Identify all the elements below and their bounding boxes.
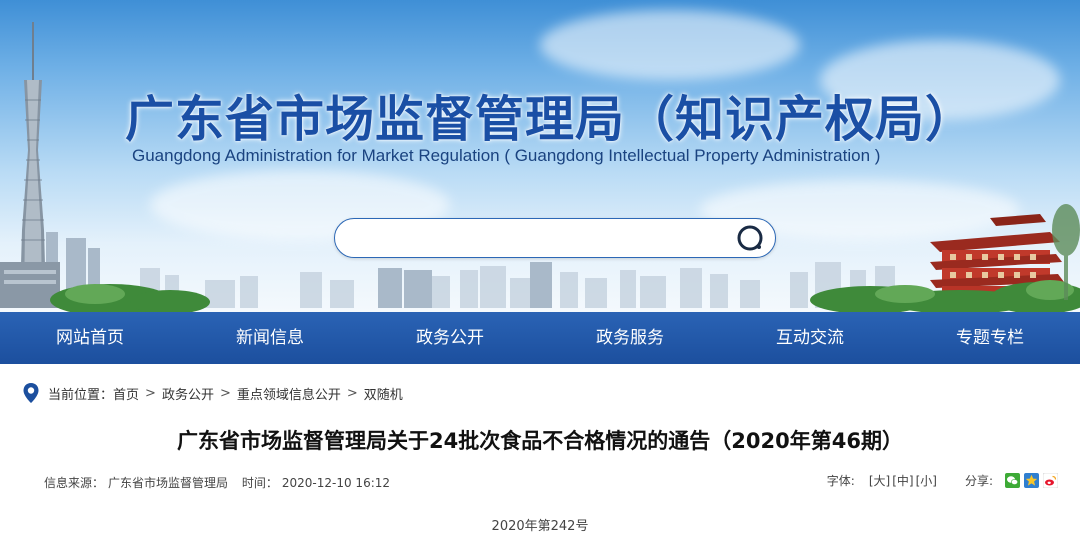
breadcrumb-item-home[interactable]: 首页 [113, 384, 139, 403]
qzone-icon[interactable] [1024, 473, 1039, 488]
site-subtitle: Guangdong Administration for Market Regu… [132, 146, 881, 165]
source-value: 广东省市场监督管理局 [108, 476, 229, 490]
breadcrumb-separator: > [219, 385, 231, 401]
share-label: 分享: [964, 474, 993, 488]
breadcrumb-item-double-random[interactable]: 双随机 [364, 384, 403, 403]
font-size-small-button[interactable]: [小] [916, 472, 937, 489]
search-box [334, 218, 776, 258]
site-title: 广东省市场监督管理局（知识产权局） [125, 91, 976, 148]
time-label: 时间： [241, 476, 278, 490]
search-input[interactable] [353, 227, 733, 251]
breadcrumb-separator: > [145, 385, 156, 401]
font-size-large-button[interactable]: [大] [869, 472, 890, 489]
search-button[interactable] [735, 223, 767, 255]
search-icon [737, 225, 763, 251]
nav-item-news[interactable]: 新闻信息 [180, 312, 360, 364]
document-number: 2020年第242号 [491, 519, 589, 534]
breadcrumb-label: 当前位置： [48, 387, 114, 403]
nav-item-interaction[interactable]: 互动交流 [720, 312, 900, 364]
canton-tower [20, 22, 46, 300]
article-title: 广东省市场监督管理局关于24批次食品不合格情况的通告（2020年第46期） [177, 429, 903, 453]
breadcrumb: 当前位置： 首页 > 政务公开 > 重点领域信息公开 > 双随机 [22, 380, 403, 406]
nav-item-gov-affairs[interactable]: 政务公开 [360, 312, 540, 364]
nav-item-home[interactable]: 网站首页 [0, 312, 180, 364]
location-pin-icon [23, 383, 39, 403]
time-value: 2020-12-10 16:12 [281, 476, 391, 490]
wechat-icon[interactable] [1005, 473, 1020, 488]
nav-item-gov-services[interactable]: 政务服务 [540, 312, 720, 364]
breadcrumb-item-key-areas[interactable]: 重点领域信息公开 [237, 384, 341, 403]
article-tools: 字体: [大] [中] [小] 分享: [827, 472, 1062, 489]
header-banner: 广东省市场监督管理局（知识产权局） Guangdong Administrati… [0, 0, 1080, 312]
source-label: 信息来源： [44, 476, 105, 490]
font-size-label: 字体: [826, 474, 855, 488]
nav-item-special-topics[interactable]: 专题专栏 [900, 312, 1080, 364]
font-size-medium-button[interactable]: [中] [892, 472, 913, 489]
main-nav: 网站首页 新闻信息 政务公开 政务服务 互动交流 专题专栏 [0, 312, 1080, 364]
breadcrumb-separator: > [346, 385, 358, 401]
article-meta: 信息来源： 广东省市场监督管理局 时间： 2020-12-10 16:12 [44, 474, 394, 491]
breadcrumb-item-gov-affairs[interactable]: 政务公开 [162, 384, 214, 403]
weibo-icon[interactable] [1043, 473, 1058, 488]
